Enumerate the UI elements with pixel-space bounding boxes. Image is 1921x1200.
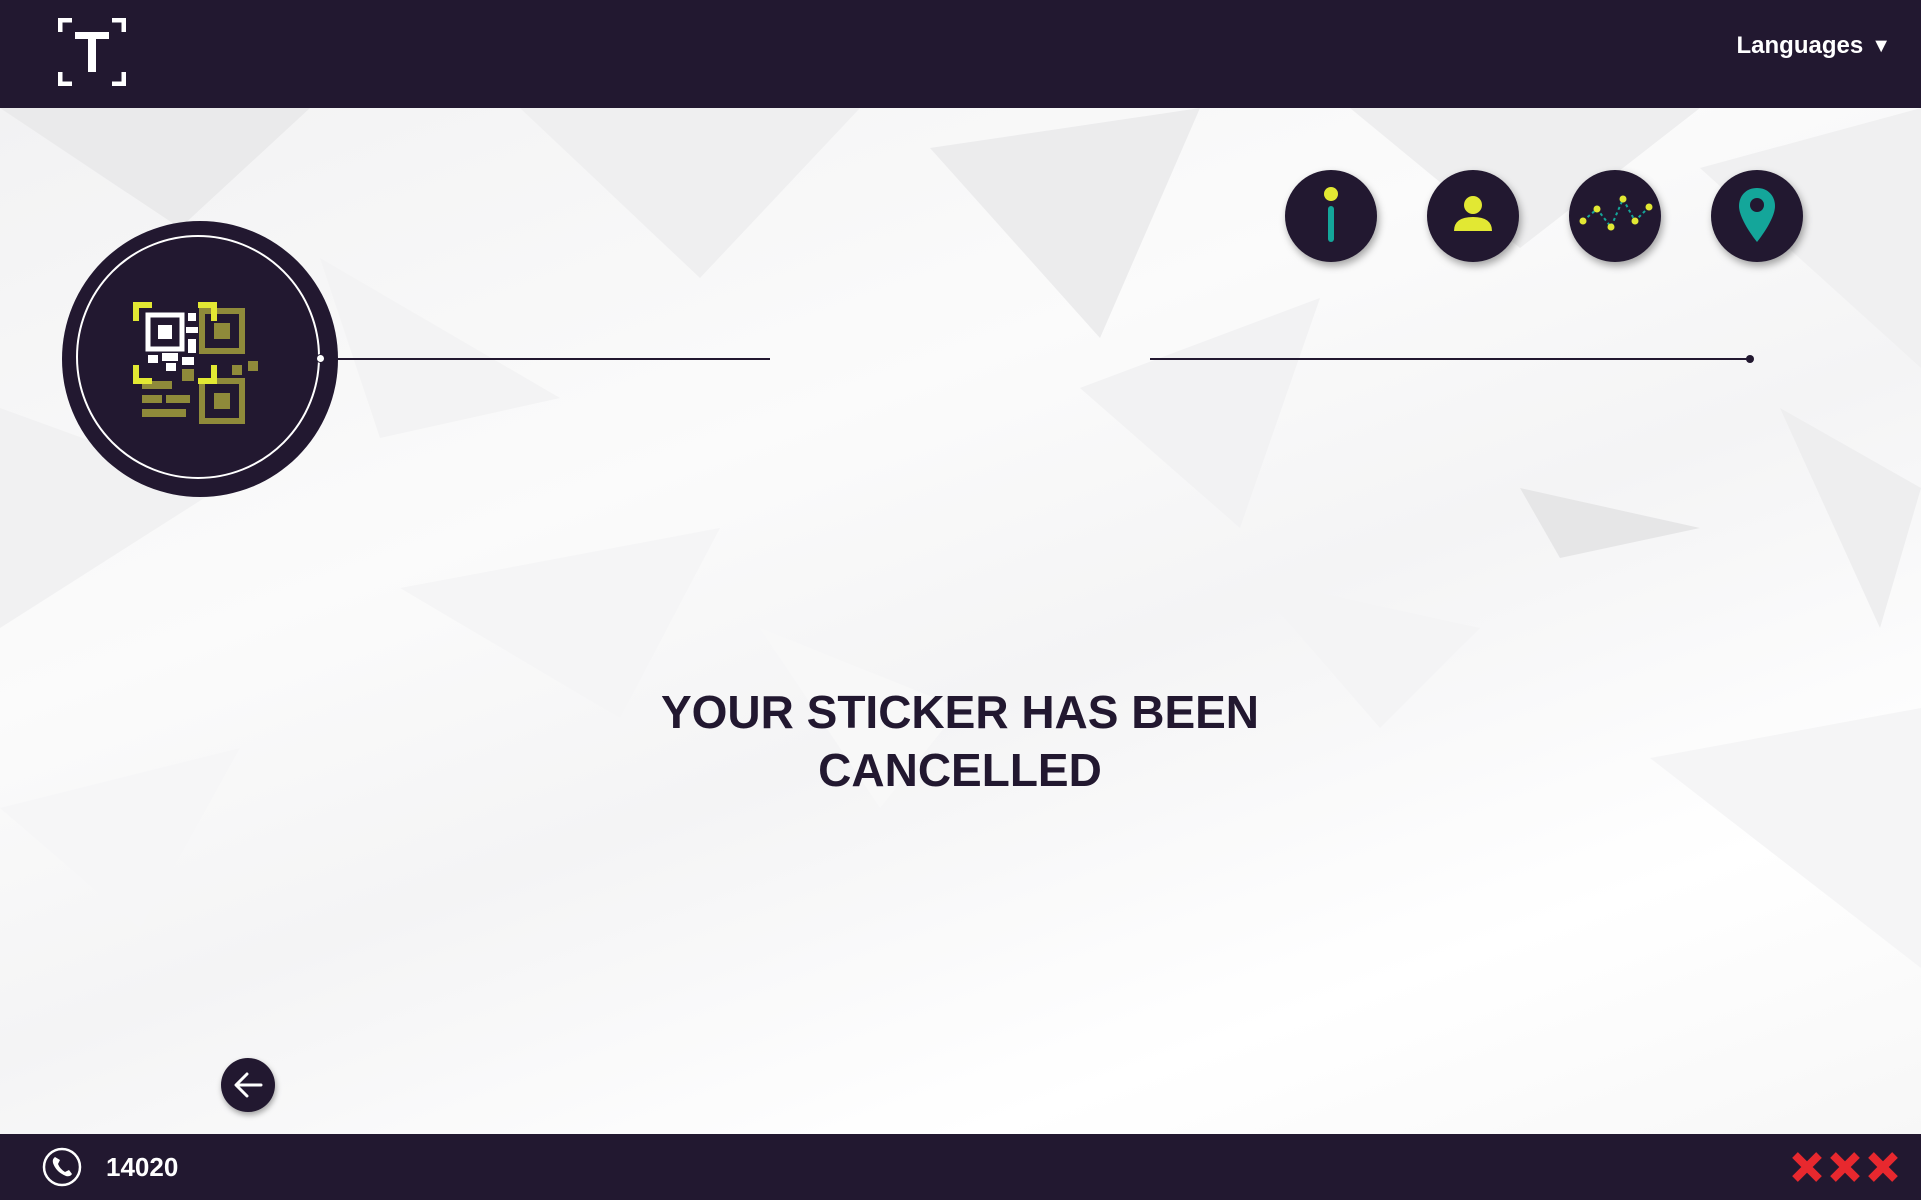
route-step-button[interactable] — [1569, 170, 1661, 262]
progress-line-right — [1150, 358, 1750, 360]
status-message-line2: CANCELLED — [818, 744, 1102, 796]
progress-dot-end — [1746, 355, 1754, 363]
phone-icon — [42, 1147, 82, 1187]
phone-number[interactable]: 14020 — [106, 1152, 178, 1183]
user-step-button[interactable] — [1427, 170, 1519, 262]
bottom-bar: 14020 — [0, 1134, 1921, 1200]
status-icon-circle — [62, 221, 338, 497]
languages-label: Languages — [1736, 32, 1864, 59]
route-icon — [1579, 195, 1653, 231]
info-step-button[interactable] — [1285, 170, 1377, 262]
main-content: YOUR STICKER HAS BEEN CANCELLED — [0, 108, 1921, 1134]
progress-line-left — [320, 358, 770, 360]
back-button[interactable] — [221, 1058, 275, 1112]
location-step-button[interactable] — [1711, 170, 1803, 262]
xxx-icon — [1792, 1152, 1898, 1182]
t-bracket-logo-icon — [58, 18, 126, 86]
status-message-line1: YOUR STICKER HAS BEEN — [660, 686, 1260, 738]
info-icon — [1324, 187, 1338, 242]
arrow-left-icon — [234, 1072, 263, 1098]
caret-down-icon: ▼ — [1871, 34, 1891, 57]
location-pin-icon — [1739, 188, 1775, 242]
languages-dropdown[interactable]: Languages ▼ — [1737, 32, 1892, 60]
top-bar: Languages ▼ — [0, 0, 1921, 108]
progress-dot-start — [316, 354, 325, 363]
user-icon — [1454, 196, 1492, 231]
status-message: YOUR STICKER HAS BEEN CANCELLED — [560, 683, 1360, 799]
qr-code-icon — [133, 302, 258, 424]
